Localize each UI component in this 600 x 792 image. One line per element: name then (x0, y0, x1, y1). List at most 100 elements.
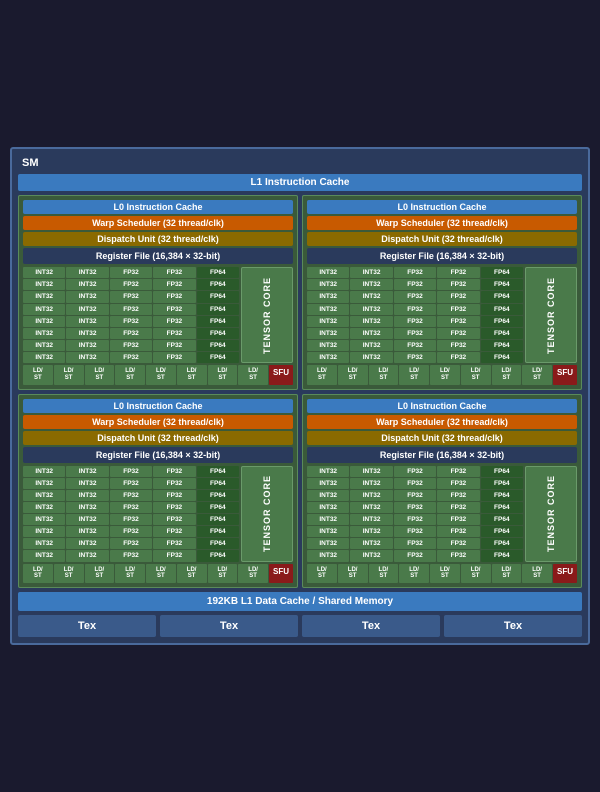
fp32-cell: FP32 (394, 352, 436, 363)
alu-row: INT32 INT32 FP32 FP32 FP64 (307, 502, 523, 513)
fp32-cell: FP32 (394, 502, 436, 513)
tensor-core-bl: TENSOR CORE (241, 466, 293, 562)
int32-cell: INT32 (350, 340, 392, 351)
ld-st-cell: LD/ST (208, 564, 238, 583)
ld-st-cell: LD/ST (399, 365, 429, 384)
int32-cell: INT32 (307, 550, 349, 561)
int32-cell: INT32 (23, 514, 65, 525)
bottom-row-br: LD/ST LD/ST LD/ST LD/ST LD/ST LD/ST LD/S… (307, 564, 577, 583)
l0-cache-br: L0 Instruction Cache (307, 399, 577, 413)
ld-st-cell: LD/ST (430, 564, 460, 583)
compute-area-tr: INT32 INT32 FP32 FP32 FP64 INT32 INT32 F… (307, 267, 577, 363)
fp32-cell: FP32 (394, 279, 436, 290)
int32-cell: INT32 (23, 304, 65, 315)
ld-st-cell: LD/ST (522, 365, 552, 384)
fp64-cell: FP64 (197, 478, 239, 489)
alu-row: INT32 INT32 FP32 FP32 FP64 (307, 538, 523, 549)
fp64-cell: FP64 (481, 514, 523, 525)
fp64-cell: FP64 (197, 352, 239, 363)
fp32-cell: FP32 (394, 340, 436, 351)
alu-row: INT32 INT32 FP32 FP32 FP64 (307, 291, 523, 302)
fp32-cell: FP32 (153, 478, 195, 489)
ld-st-cell: LD/ST (338, 365, 368, 384)
ld-st-cell: LD/ST (522, 564, 552, 583)
ld-st-cell: LD/ST (85, 365, 115, 384)
fp32-cell: FP32 (437, 478, 479, 489)
int32-cell: INT32 (66, 328, 108, 339)
alu-row: INT32 INT32 FP32 FP32 FP64 (307, 279, 523, 290)
fp32-cell: FP32 (437, 466, 479, 477)
ld-st-cell: LD/ST (369, 365, 399, 384)
fp32-cell: FP32 (153, 502, 195, 513)
alu-row: INT32 INT32 FP32 FP32 FP64 (307, 526, 523, 537)
int32-cell: INT32 (66, 502, 108, 513)
quadrant-top-right: L0 Instruction Cache Warp Scheduler (32 … (302, 195, 582, 389)
ld-st-cell: LD/ST (177, 365, 207, 384)
fp32-cell: FP32 (394, 328, 436, 339)
alu-section-tr: INT32 INT32 FP32 FP32 FP64 INT32 INT32 F… (307, 267, 523, 363)
int32-cell: INT32 (307, 352, 349, 363)
fp32-cell: FP32 (437, 514, 479, 525)
fp32-cell: FP32 (437, 304, 479, 315)
fp32-cell: FP32 (394, 304, 436, 315)
int32-cell: INT32 (66, 514, 108, 525)
alu-row: INT32 INT32 FP32 FP32 FP64 (23, 340, 239, 351)
ld-st-cell: LD/ST (146, 365, 176, 384)
ld-st-cell: LD/ST (54, 365, 84, 384)
fp32-cell: FP32 (153, 352, 195, 363)
int32-cell: INT32 (307, 526, 349, 537)
fp64-cell: FP64 (197, 526, 239, 537)
alu-row: INT32 INT32 FP32 FP32 FP64 (307, 267, 523, 278)
fp32-cell: FP32 (153, 304, 195, 315)
alu-row: INT32 INT32 FP32 FP32 FP64 (23, 316, 239, 327)
dispatch-unit-tl: Dispatch Unit (32 thread/clk) (23, 232, 293, 246)
fp32-cell: FP32 (110, 490, 152, 501)
fp32-cell: FP32 (153, 291, 195, 302)
fp32-cell: FP32 (153, 514, 195, 525)
fp64-cell: FP64 (481, 502, 523, 513)
fp32-cell: FP32 (110, 291, 152, 302)
int32-cell: INT32 (307, 279, 349, 290)
tensor-core-tr: TENSOR CORE (525, 267, 577, 363)
alu-row: INT32 INT32 FP32 FP32 FP64 (23, 267, 239, 278)
fp64-cell: FP64 (481, 328, 523, 339)
warp-scheduler-bl: Warp Scheduler (32 thread/clk) (23, 415, 293, 429)
sfu-cell-bl: SFU (269, 564, 293, 583)
fp32-cell: FP32 (437, 328, 479, 339)
l1-instruction-cache: L1 Instruction Cache (18, 174, 582, 191)
ld-st-cell: LD/ST (54, 564, 84, 583)
compute-area-bl: INT32 INT32 FP32 FP32 FP64 INT32 INT32 F… (23, 466, 293, 562)
fp64-cell: FP64 (197, 502, 239, 513)
tensor-core-tl: TENSOR CORE (241, 267, 293, 363)
fp32-cell: FP32 (110, 316, 152, 327)
fp64-cell: FP64 (481, 526, 523, 537)
int32-cell: INT32 (307, 267, 349, 278)
int32-cell: INT32 (307, 490, 349, 501)
fp32-cell: FP32 (437, 279, 479, 290)
int32-cell: INT32 (23, 550, 65, 561)
ld-st-cell: LD/ST (461, 365, 491, 384)
int32-cell: INT32 (350, 550, 392, 561)
int32-cell: INT32 (66, 279, 108, 290)
ld-st-cell: LD/ST (177, 564, 207, 583)
sfu-cell-tl: SFU (269, 365, 293, 384)
dispatch-unit-tr: Dispatch Unit (32 thread/clk) (307, 232, 577, 246)
alu-row: INT32 INT32 FP32 FP32 FP64 (307, 304, 523, 315)
fp32-cell: FP32 (437, 538, 479, 549)
fp32-cell: FP32 (394, 538, 436, 549)
int32-cell: INT32 (307, 304, 349, 315)
int32-cell: INT32 (350, 502, 392, 513)
int32-cell: INT32 (66, 316, 108, 327)
int32-cell: INT32 (23, 526, 65, 537)
fp64-cell: FP64 (197, 538, 239, 549)
dispatch-unit-br: Dispatch Unit (32 thread/clk) (307, 431, 577, 445)
fp64-cell: FP64 (481, 267, 523, 278)
int32-cell: INT32 (66, 267, 108, 278)
fp32-cell: FP32 (153, 526, 195, 537)
fp32-cell: FP32 (437, 291, 479, 302)
quadrants-grid: L0 Instruction Cache Warp Scheduler (32 … (18, 195, 582, 588)
fp32-cell: FP32 (437, 526, 479, 537)
fp32-cell: FP32 (394, 466, 436, 477)
int32-cell: INT32 (307, 328, 349, 339)
alu-row: INT32 INT32 FP32 FP32 FP64 (23, 466, 239, 477)
